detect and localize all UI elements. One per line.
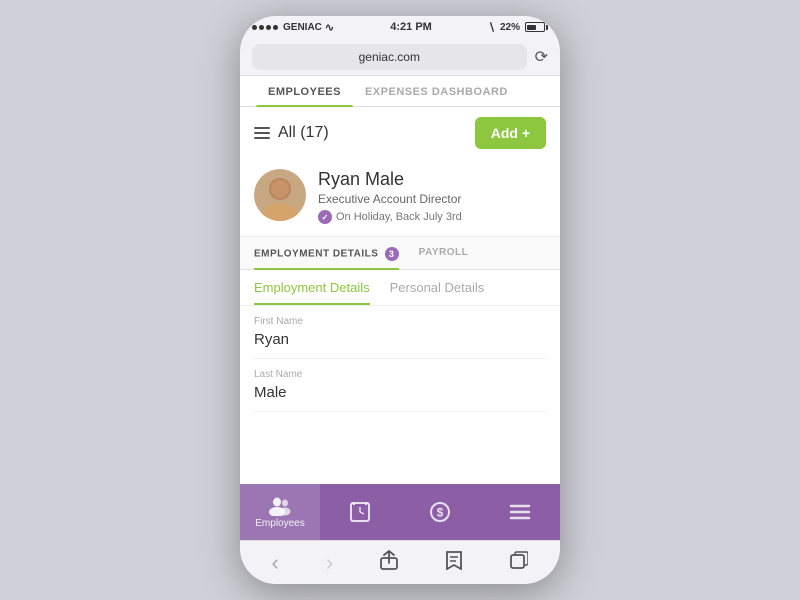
dollar-icon: $ (428, 502, 452, 522)
ios-bottom-bar: ‹ › (240, 540, 560, 584)
signal-dot-2 (259, 25, 264, 30)
all-count-label: All (17) (278, 124, 329, 142)
nav-employees-label: Employees (255, 518, 304, 529)
employee-name: Ryan Male (318, 169, 546, 190)
battery-fill (527, 25, 535, 30)
carrier-name: GENIAC (283, 22, 322, 33)
nav-timesheet[interactable] (320, 502, 400, 522)
status-time: 4:21 PM (390, 21, 432, 33)
avatar (254, 169, 306, 221)
last-name-value[interactable]: Male (254, 384, 546, 401)
add-button[interactable]: Add + (475, 117, 546, 149)
clock-icon (348, 502, 372, 522)
status-text: On Holiday, Back July 3rd (336, 211, 462, 223)
tab-expenses[interactable]: EXPENSES DASHBOARD (353, 76, 520, 106)
employee-info: Ryan Male Executive Account Director On … (318, 169, 546, 224)
phone-frame: GENIAC ∿ 4:21 PM ∖ 22% geniac.com ⟳ EMPL… (240, 16, 560, 584)
field-first-name: First Name Ryan (254, 306, 546, 359)
tabs-button[interactable] (500, 551, 538, 574)
list-title: All (17) (254, 124, 329, 142)
employee-status: On Holiday, Back July 3rd (318, 210, 546, 224)
detail-tabs: EMPLOYMENT DETAILS 3 PAYROLL (240, 237, 560, 270)
bluetooth-icon: ∖ (488, 21, 495, 34)
status-left: GENIAC ∿ (252, 21, 334, 34)
list-header: All (17) Add + (240, 107, 560, 159)
app-content: EMPLOYEES EXPENSES DASHBOARD All (17) Ad… (240, 76, 560, 584)
url-bar[interactable]: geniac.com (252, 44, 527, 70)
holiday-icon (318, 210, 332, 224)
employee-card[interactable]: Ryan Male Executive Account Director On … (240, 159, 560, 237)
tab-employees[interactable]: EMPLOYEES (256, 76, 353, 106)
employee-title: Executive Account Director (318, 192, 546, 206)
battery-body (525, 22, 545, 32)
status-right: ∖ 22% (488, 21, 548, 34)
sub-tabs: Employment Details Personal Details (240, 270, 560, 306)
last-name-label: Last Name (254, 369, 546, 380)
battery-tip (546, 25, 548, 30)
status-bar: GENIAC ∿ 4:21 PM ∖ 22% (240, 16, 560, 38)
people-icon (268, 496, 292, 516)
battery-percent: 22% (500, 22, 520, 33)
nav-employees[interactable]: Employees (240, 484, 320, 540)
url-text: geniac.com (359, 50, 420, 64)
svg-text:$: $ (437, 506, 444, 520)
browser-bar: geniac.com ⟳ (240, 38, 560, 76)
signal-dot-3 (266, 25, 271, 30)
first-name-value[interactable]: Ryan (254, 331, 546, 348)
signal-dots (252, 25, 278, 30)
signal-dot-4 (273, 25, 278, 30)
wifi-icon: ∿ (325, 21, 334, 34)
nav-menu[interactable] (480, 502, 560, 522)
back-button[interactable]: ‹ (262, 550, 289, 576)
tab-payroll[interactable]: PAYROLL (419, 237, 469, 269)
battery-icon (525, 22, 548, 32)
share-button[interactable] (370, 550, 408, 575)
refresh-button[interactable]: ⟳ (535, 47, 548, 67)
field-last-name: Last Name Male (254, 359, 546, 412)
top-nav: EMPLOYEES EXPENSES DASHBOARD (240, 76, 560, 107)
tab-employment-details[interactable]: EMPLOYMENT DETAILS 3 (254, 237, 399, 269)
menu-icon (508, 502, 532, 522)
forward-button[interactable]: › (316, 550, 343, 576)
first-name-label: First Name (254, 316, 546, 327)
sub-tab-employment[interactable]: Employment Details (254, 280, 370, 305)
sub-tab-personal[interactable]: Personal Details (390, 280, 485, 305)
nav-expenses[interactable]: $ (400, 502, 480, 522)
bottom-nav: Employees (240, 484, 560, 540)
signal-dot-1 (252, 25, 257, 30)
form-area: First Name Ryan Last Name Male (240, 306, 560, 484)
employment-badge: 3 (385, 247, 399, 261)
hamburger-icon[interactable] (254, 127, 270, 139)
bookmarks-button[interactable] (435, 550, 473, 575)
